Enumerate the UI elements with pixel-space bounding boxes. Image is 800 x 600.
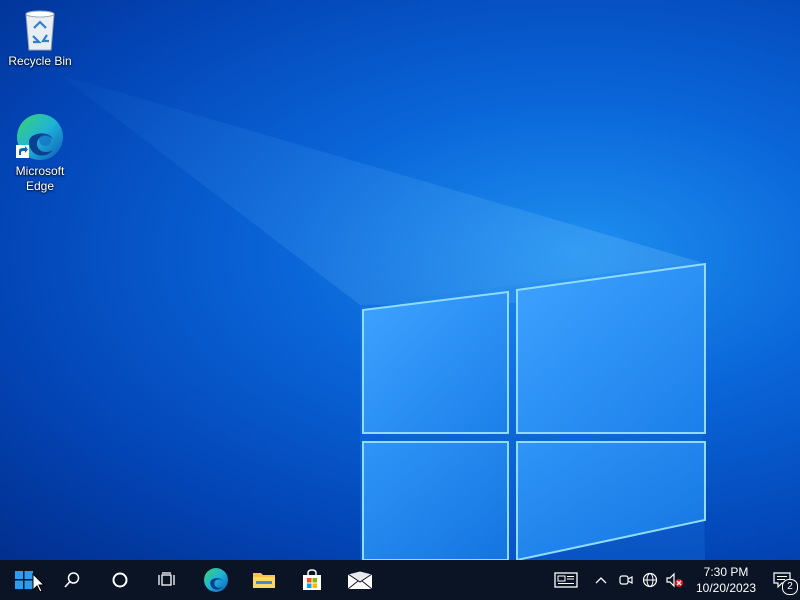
mail-button[interactable]	[336, 560, 384, 600]
windows-logo-icon	[15, 571, 33, 589]
store-bag-icon	[303, 569, 321, 590]
meet-now-button[interactable]	[614, 560, 638, 600]
search-icon	[64, 572, 80, 588]
task-view-button[interactable]	[144, 560, 192, 600]
clock[interactable]: 7:30 PM 10/20/2023	[688, 560, 764, 600]
windows-wallpaper	[60, 75, 706, 560]
show-hidden-icons-button[interactable]	[588, 560, 614, 600]
clock-date: 10/20/2023	[695, 581, 757, 595]
desktop-background[interactable]: Recycle Bin Microsoft Edge	[0, 0, 800, 560]
volume-button[interactable]	[662, 560, 688, 600]
mail-icon	[347, 570, 373, 590]
system-tray: 7:30 PM 10/20/2023 2	[544, 560, 800, 600]
recycle-bin-desktop-icon[interactable]: Recycle Bin	[1, 6, 79, 69]
clock-time: 7:30 PM	[703, 565, 749, 579]
network-button[interactable]	[638, 560, 662, 600]
volume-muted-icon	[666, 572, 683, 588]
task-view-icon	[158, 572, 175, 586]
edge-desktop-shortcut[interactable]: Microsoft Edge	[1, 112, 79, 194]
action-center-button[interactable]: 2	[764, 560, 800, 600]
taskbar: 7:30 PM 10/20/2023 2	[0, 560, 800, 600]
meet-now-icon	[619, 575, 633, 585]
notification-count-badge: 2	[782, 579, 798, 595]
edge-label: Microsoft Edge	[15, 164, 65, 193]
microsoft-store-button[interactable]	[288, 560, 336, 600]
edge-icon	[204, 568, 228, 592]
edge-taskbar-button[interactable]	[192, 560, 240, 600]
recycle-bin-icon	[25, 10, 55, 51]
mouse-cursor-icon	[32, 573, 45, 593]
cortana-circle-icon	[112, 572, 128, 588]
folder-icon	[253, 573, 275, 588]
cortana-button[interactable]	[96, 560, 144, 600]
chevron-up-icon	[595, 577, 607, 584]
news-icon	[554, 572, 578, 588]
file-explorer-button[interactable]	[240, 560, 288, 600]
news-and-interests-button[interactable]	[544, 560, 588, 600]
search-button[interactable]	[48, 560, 96, 600]
recycle-bin-label: Recycle Bin	[8, 54, 72, 68]
network-icon	[642, 572, 658, 588]
edge-icon	[16, 114, 63, 160]
